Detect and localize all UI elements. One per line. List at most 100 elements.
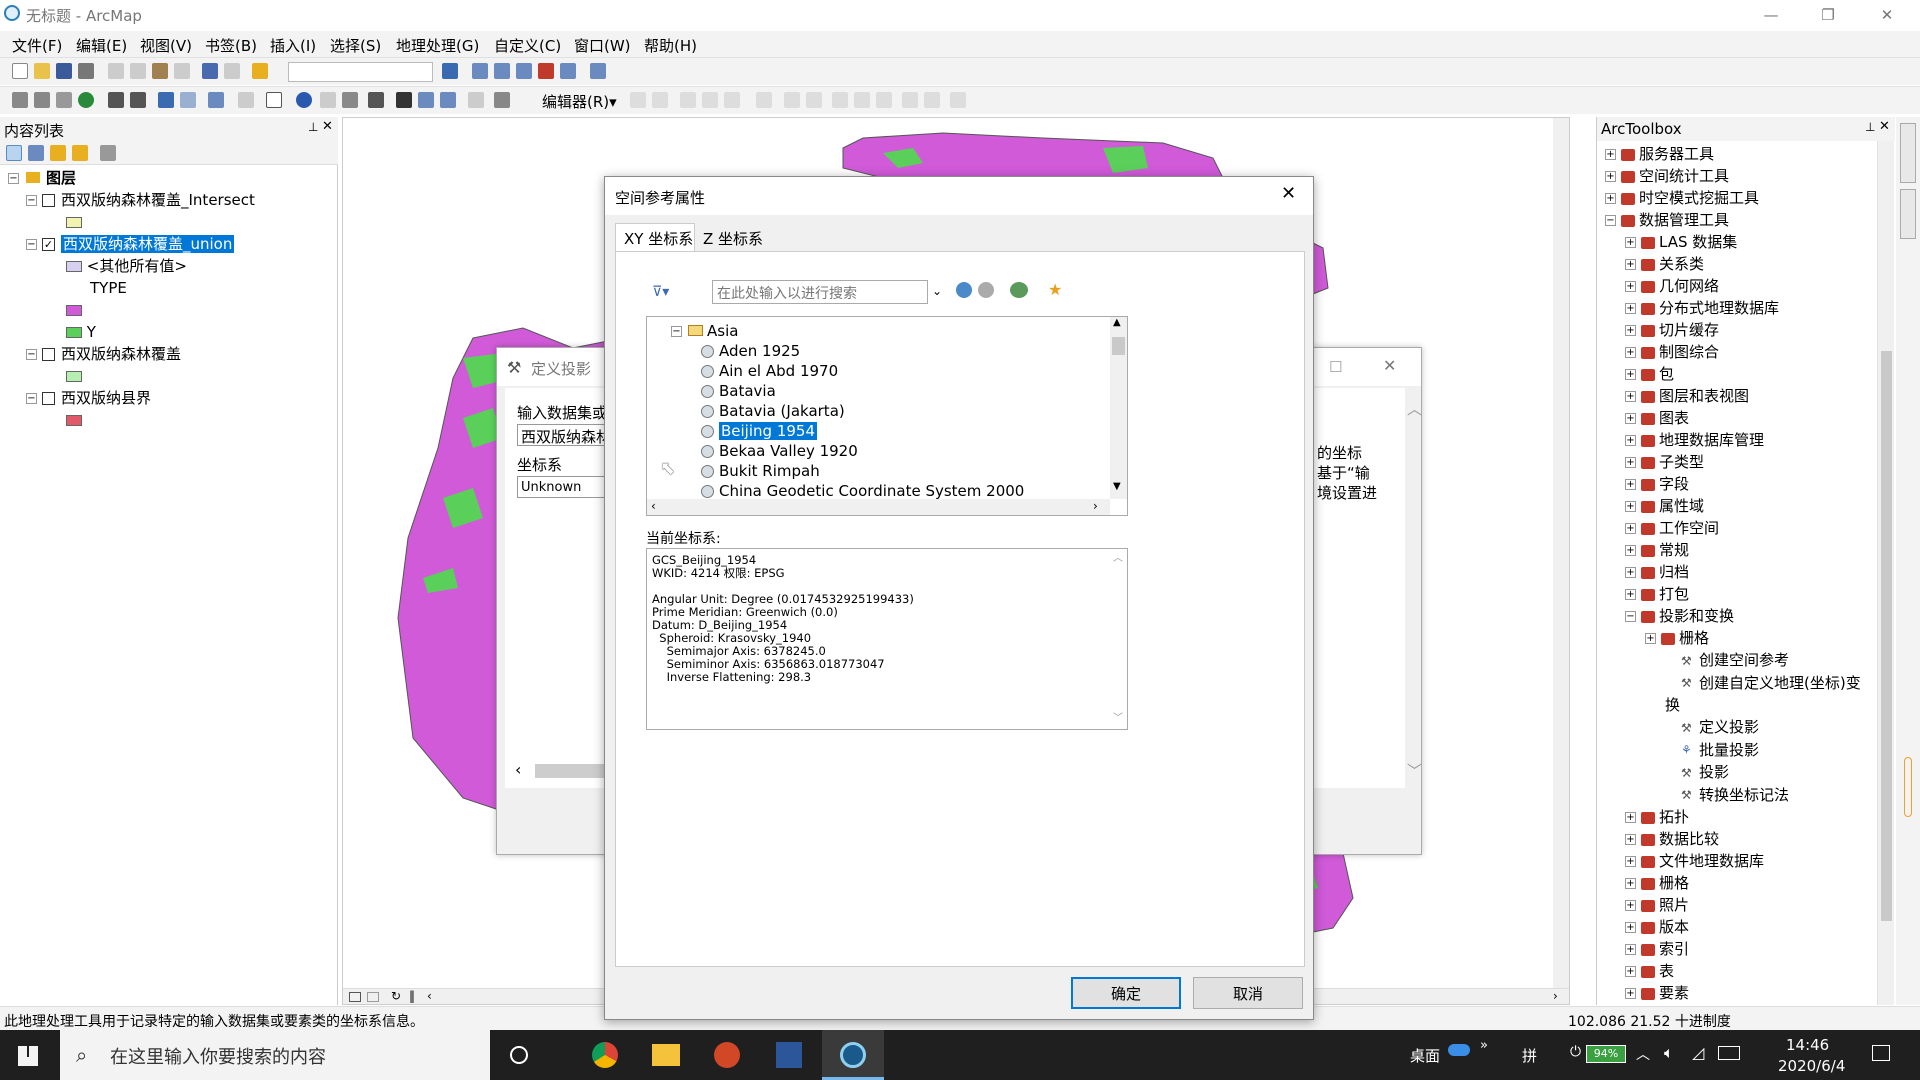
expand-toggle[interactable]: + <box>1625 812 1636 823</box>
paste-icon[interactable] <box>152 63 168 79</box>
search-window-icon[interactable] <box>516 63 532 79</box>
scroll-down-icon[interactable]: ▼ <box>1113 481 1121 492</box>
toolbox-item[interactable]: + 图表 <box>1625 407 1875 429</box>
folder-asia[interactable]: − Asia <box>671 321 1101 341</box>
toc-window-icon[interactable] <box>472 63 488 79</box>
clear-selection-icon[interactable] <box>238 92 254 108</box>
toolbox-item[interactable]: − 投影和变换 <box>1625 605 1875 627</box>
toolbox-item[interactable]: + 字段 <box>1625 473 1875 495</box>
expand-toggle[interactable]: + <box>1625 369 1636 380</box>
menu-view[interactable]: 视图(V) <box>140 35 192 56</box>
print-icon[interactable] <box>78 63 94 79</box>
wifi-icon[interactable]: ◿ <box>1692 1043 1704 1062</box>
layers-root[interactable]: − 图层 <box>8 167 334 189</box>
toolbox-item[interactable]: + 空间统计工具 <box>1605 165 1875 187</box>
toolbox-window-icon[interactable] <box>538 63 554 79</box>
toolbox-item[interactable]: ⚒ 定义投影 <box>1665 716 1875 739</box>
toolbox-item[interactable]: + 归档 <box>1625 561 1875 583</box>
cs-item[interactable]: Ain el Abd 1970 <box>701 361 1101 381</box>
menu-customize[interactable]: 自定义(C) <box>494 35 561 56</box>
expand-toggle[interactable]: + <box>1605 149 1616 160</box>
pin-icon[interactable]: ⊥ <box>308 120 318 134</box>
search-field[interactable]: 在此处输入以进行搜索 <box>712 280 928 304</box>
toolbox-item[interactable]: + 图层和表视图 <box>1625 385 1875 407</box>
collapse-toggle[interactable]: − <box>26 393 37 404</box>
toolbox-item[interactable]: ⚒ 投影 <box>1665 761 1875 784</box>
toolbox-item[interactable]: + 分布式地理数据库 <box>1625 297 1875 319</box>
sr-close-icon[interactable]: ✕ <box>1281 183 1296 204</box>
expand-toggle[interactable]: + <box>1625 391 1636 402</box>
cs-item[interactable]: Aden 1925 <box>701 341 1101 361</box>
toolbox-item[interactable]: + 栅格 <box>1645 627 1875 649</box>
tab-xy[interactable]: XY 坐标系 <box>615 223 695 251</box>
task-view-icon[interactable] <box>510 1046 528 1064</box>
layer-visibility-checkbox[interactable]: ✓ <box>42 238 55 251</box>
menu-file[interactable]: 文件(F) <box>12 35 62 56</box>
desktop-toolbar-label[interactable]: 桌面 <box>1410 1045 1440 1066</box>
pause-icon[interactable]: ‖ <box>409 989 415 1003</box>
edit-tool-icon[interactable] <box>630 92 646 108</box>
forward-extent-icon[interactable] <box>180 92 196 108</box>
catalog-dock-tab-icon[interactable] <box>1900 123 1916 183</box>
define-projection-close-icon[interactable]: ✕ <box>1383 356 1396 375</box>
expand-toggle[interactable]: + <box>1645 633 1656 644</box>
find-icon[interactable] <box>396 92 412 108</box>
new-doc-icon[interactable] <box>12 63 28 79</box>
toolbox-item[interactable]: − 数据管理工具 <box>1605 209 1875 231</box>
taskbar-search-box[interactable]: ⌕ 在这里输入你要搜索的内容 <box>60 1030 490 1080</box>
expand-toggle[interactable]: − <box>1605 215 1616 226</box>
powerpoint-icon[interactable] <box>714 1042 740 1068</box>
ok-button[interactable]: 确定 <box>1071 977 1181 1009</box>
menu-select[interactable]: 选择(S) <box>330 35 381 56</box>
expand-toggle[interactable]: + <box>1625 834 1636 845</box>
editor-toolbar-icon[interactable] <box>442 63 458 79</box>
redo-icon[interactable] <box>224 63 240 79</box>
battery-indicator[interactable]: 94% <box>1586 1045 1626 1063</box>
toc-close-icon[interactable]: ✕ <box>322 119 333 134</box>
python-window-icon[interactable] <box>560 63 576 79</box>
find-route-icon[interactable] <box>418 92 434 108</box>
split-icon[interactable] <box>854 92 870 108</box>
input-dataset-field[interactable]: 西双版纳森林 <box>517 424 607 446</box>
toolbox-item[interactable]: + 表 <box>1625 960 1875 982</box>
measure-icon[interactable] <box>368 92 384 108</box>
tab-z[interactable]: Z 坐标系 <box>697 225 769 251</box>
collapse-toggle[interactable]: − <box>26 349 37 360</box>
scroll-down-icon[interactable]: ﹀ <box>1113 709 1123 724</box>
menu-windows[interactable]: 窗口(W) <box>574 35 631 56</box>
catalog-window-icon[interactable] <box>494 63 510 79</box>
full-extent-icon[interactable] <box>78 92 94 108</box>
select-features-icon[interactable] <box>208 92 224 108</box>
keyboard-icon[interactable] <box>1718 1046 1740 1060</box>
toolbox-item[interactable]: + 制图综合 <box>1625 341 1875 363</box>
menu-bookmarks[interactable]: 书签(B) <box>205 35 257 56</box>
toolbox-item[interactable]: ⚒ 创建空间参考 <box>1665 649 1875 672</box>
expand-toggle[interactable]: + <box>1625 545 1636 556</box>
expand-toggle[interactable]: + <box>1625 922 1636 933</box>
clock-date[interactable]: 2020/6/4 <box>1778 1057 1845 1075</box>
cs-item[interactable]: Beijing 1954 <box>701 421 1101 441</box>
expand-toggle[interactable]: + <box>1625 435 1636 446</box>
expand-toggle[interactable]: + <box>1605 193 1616 204</box>
trace-icon[interactable] <box>724 92 740 108</box>
open-icon[interactable] <box>34 63 50 79</box>
toolbox-item[interactable]: + 几何网络 <box>1625 275 1875 297</box>
layer-item-county[interactable]: − 西双版纳县界 <box>26 387 334 409</box>
fixed-zoom-out-icon[interactable] <box>130 92 146 108</box>
expand-toggle[interactable]: + <box>1625 347 1636 358</box>
list-by-selection-icon[interactable] <box>72 145 88 161</box>
expand-toggle[interactable]: + <box>1625 567 1636 578</box>
modelbuilder-icon[interactable] <box>590 63 606 79</box>
expand-toggle[interactable]: + <box>1625 856 1636 867</box>
form-hscroll-thumb[interactable] <box>535 764 605 778</box>
point-icon[interactable] <box>756 92 772 108</box>
refresh-icon[interactable]: ↻ <box>391 989 401 1003</box>
layer-item-union[interactable]: − ✓ 西双版纳森林覆盖_union <box>26 233 334 255</box>
cs-item[interactable]: Bukit Rimpah <box>701 461 1101 481</box>
layer-visibility-checkbox[interactable] <box>42 392 55 405</box>
back-extent-icon[interactable] <box>158 92 174 108</box>
expand-toggle[interactable]: + <box>1625 523 1636 534</box>
toolbox-item[interactable]: + 切片缓存 <box>1625 319 1875 341</box>
expand-toggle[interactable]: + <box>1625 303 1636 314</box>
toolbox-item[interactable]: + 要素 <box>1625 982 1875 1004</box>
